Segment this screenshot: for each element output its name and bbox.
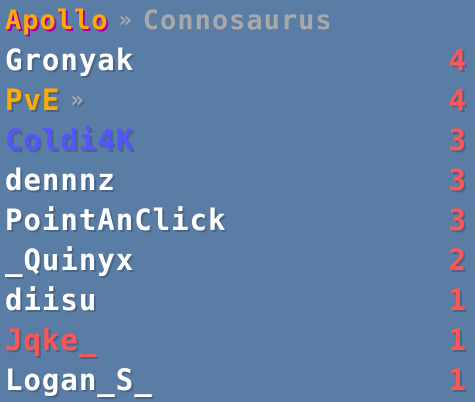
- player-score: 3: [448, 123, 467, 157]
- scoreboard-title: Apollo » Connosaurus: [5, 0, 467, 40]
- player-name-group: PvE »: [5, 83, 85, 117]
- header-separator: »: [118, 7, 133, 33]
- player-row: PointAnClick 3: [5, 200, 467, 240]
- player-name-group: PointAnClick: [5, 203, 227, 237]
- player-score: 3: [448, 203, 467, 237]
- player-name: diisu: [5, 283, 98, 317]
- player-name: Logan_S_: [5, 363, 153, 397]
- player-row: Jqke_ 1: [5, 320, 467, 360]
- player-row: Coldi4K 3: [5, 120, 467, 160]
- player-score: 3: [448, 163, 467, 197]
- player-name-group: Logan_S_: [5, 363, 153, 397]
- player-score: 1: [448, 363, 467, 397]
- player-score: 4: [448, 83, 467, 117]
- player-name-group: Gronyak: [5, 43, 134, 77]
- player-name: PointAnClick: [5, 203, 227, 237]
- player-score: 1: [448, 323, 467, 357]
- team-name: Apollo: [5, 4, 109, 36]
- player-separator: »: [70, 87, 85, 113]
- player-name-group: diisu: [5, 283, 97, 317]
- player-score: 2: [448, 243, 467, 277]
- scoreboard-subtitle: Connosaurus: [142, 4, 333, 36]
- player-name: Coldi4K: [5, 123, 135, 157]
- player-name: _Quinyx: [5, 243, 135, 277]
- player-name: dennnz: [5, 163, 116, 197]
- player-name: Gronyak: [5, 43, 135, 77]
- player-row: Gronyak 4: [5, 40, 467, 80]
- player-row: Logan_S_ 1: [5, 360, 467, 400]
- player-list: Gronyak 4 PvE» 4 Coldi4K 3 dennnz 3 PointAnClick…: [5, 40, 467, 400]
- player-score: 1: [448, 283, 467, 317]
- player-row: dennnz 3: [5, 160, 467, 200]
- player-name-group: Coldi4K: [5, 123, 134, 157]
- player-row: _Quinyx 2: [5, 240, 467, 280]
- scoreboard: Apollo » Connosaurus Gronyak 4 PvE» 4 Coldi4…: [0, 0, 475, 402]
- player-name: PvE: [5, 83, 61, 117]
- player-name-group: Jqke_: [5, 323, 97, 357]
- player-score: 4: [448, 43, 467, 77]
- player-name-group: dennnz: [5, 163, 116, 197]
- player-name: Jqke_: [5, 323, 98, 357]
- player-name-group: _Quinyx: [5, 243, 134, 277]
- player-row: PvE » 4: [5, 80, 467, 120]
- player-row: diisu 1: [5, 280, 467, 320]
